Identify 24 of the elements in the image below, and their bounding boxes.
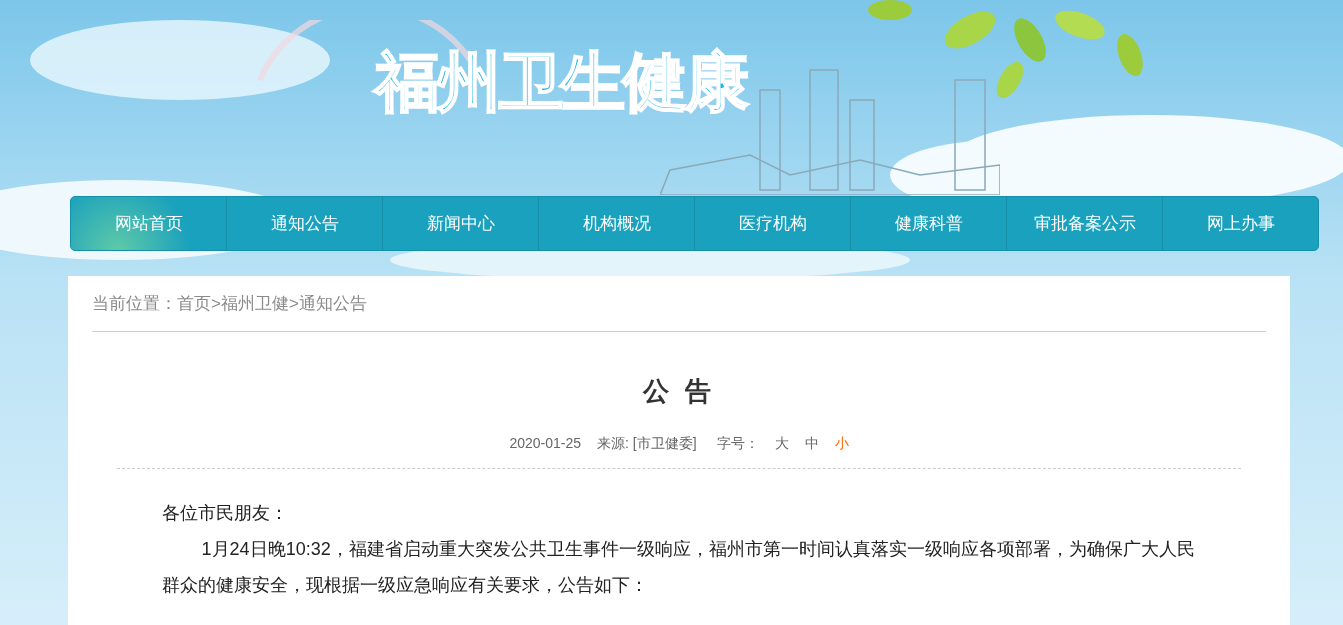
nav-item[interactable]: 审批备案公示 [1007,197,1163,250]
breadcrumb-separator: > [211,292,221,315]
breadcrumb-link[interactable]: 首页 [177,290,211,317]
nav-item[interactable]: 通知公告 [227,197,383,250]
greeting-text: 各位市民朋友： [162,502,289,525]
paragraph-text: 1月24日晚10:32，福建省启动重大突发公共卫生事件一级响应，福州市第一时间认真落实一级响应各项部署，为确保广大人民群众的健康安全，现根据一级应急响应有关要求，公告如下： [162,538,1196,597]
font-size-option[interactable]: 大 [774,433,789,454]
nav-item[interactable]: 网站首页 [71,197,227,250]
font-size-label: 字号： [716,434,759,453]
article-title: 公 告 [643,375,715,408]
nav-item[interactable]: 医疗机构 [695,197,851,250]
nav-item[interactable]: 网上办事 [1163,197,1318,250]
font-size-option[interactable]: 小 [834,433,849,454]
nav-item[interactable]: 新闻中心 [383,197,539,250]
breadcrumb-separator: > [288,292,299,315]
breadcrumb-link[interactable]: 福州卫健 [220,290,289,317]
nav-item[interactable]: 机构概况 [539,197,695,250]
site-logo: 福州卫生健康 [375,50,747,114]
article-source: 来源: [市卫健委] [597,434,697,453]
nav-item[interactable]: 健康科普 [851,197,1007,250]
font-size-option[interactable]: 中 [804,433,819,454]
article-date: 2020-01-25 [509,434,582,453]
breadcrumb-link[interactable]: 通知公告 [298,290,367,317]
breadcrumb-label: 当前位置： [92,292,177,315]
